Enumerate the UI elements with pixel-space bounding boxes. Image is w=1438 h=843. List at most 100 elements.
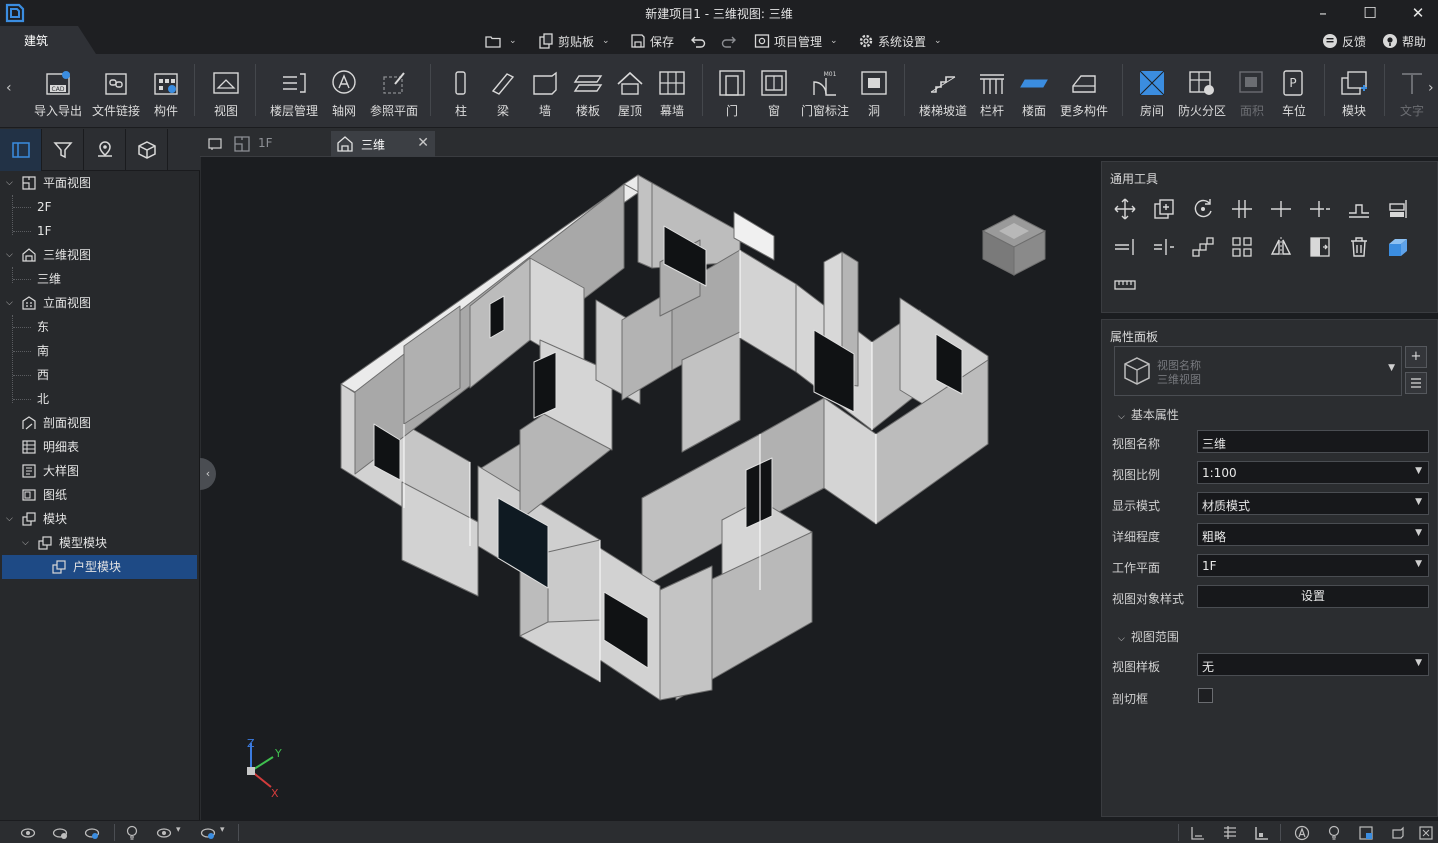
measure-tool[interactable] xyxy=(1112,272,1138,298)
view-type-selector[interactable]: 视图名称 三维视图 ▼ xyxy=(1114,346,1402,396)
tree-item-section-views[interactable]: 剖面视图 xyxy=(0,411,199,435)
annotation-icon[interactable] xyxy=(1294,825,1310,841)
tab-filter[interactable] xyxy=(42,129,84,171)
shading-icon[interactable] xyxy=(1390,825,1406,841)
offset-tool[interactable] xyxy=(1346,196,1372,222)
display-mode-select[interactable]: 材质模式 ▼ xyxy=(1197,492,1429,515)
railing-button[interactable]: 栏杆 xyxy=(976,64,1008,120)
tab-component-library[interactable] xyxy=(126,129,168,171)
parking-button[interactable]: P 车位 xyxy=(1278,64,1310,120)
reference-plane-button[interactable]: 参照平面 xyxy=(368,64,420,120)
fire-zone-button[interactable]: 防火分区 xyxy=(1176,64,1228,120)
render-icon[interactable] xyxy=(1358,825,1374,841)
tree-item-3d[interactable]: 三维 xyxy=(0,267,199,291)
split-tool[interactable] xyxy=(1268,196,1294,222)
import-export-button[interactable]: CAD 导入导出 xyxy=(32,64,84,120)
tab-3d[interactable]: 三维 ✕ xyxy=(331,131,435,157)
move-tool[interactable] xyxy=(1112,196,1138,222)
extend-tool[interactable] xyxy=(1307,196,1333,222)
chevron-down-icon[interactable]: ▾ xyxy=(176,825,181,835)
tree-item-sheet[interactable]: 图纸 xyxy=(0,483,199,507)
eye-icon[interactable] xyxy=(156,825,172,841)
curtain-wall-button[interactable]: 幕墙 xyxy=(656,64,688,120)
axis-grid-button[interactable]: 轴网 xyxy=(326,64,362,120)
floor-management-button[interactable]: 楼层管理 xyxy=(266,64,322,120)
view-cube-icon[interactable] xyxy=(979,211,1049,279)
lightbulb-icon[interactable] xyxy=(124,825,140,841)
feedback-button[interactable]: 反馈 xyxy=(1322,32,1366,50)
section-box-checkbox[interactable] xyxy=(1198,688,1213,703)
chevron-down-icon[interactable]: ▾ xyxy=(220,825,225,835)
grid-array-tool[interactable] xyxy=(1229,234,1255,260)
room-button[interactable]: 房间 xyxy=(1136,64,1168,120)
stair-ramp-button[interactable]: 楼梯坡道 xyxy=(916,64,970,120)
chevron-down-icon[interactable]: ⌵ xyxy=(22,531,29,555)
list-view-icon[interactable] xyxy=(1222,825,1238,841)
3d-viewport[interactable]: Z Y X xyxy=(201,157,1099,820)
fullscreen-icon[interactable] xyxy=(1418,825,1434,841)
file-link-button[interactable]: 文件链接 xyxy=(90,64,142,120)
isolate-icon[interactable] xyxy=(52,825,68,841)
align-edge-tool[interactable] xyxy=(1112,234,1138,260)
delete-tool[interactable] xyxy=(1346,234,1372,260)
redo-button[interactable] xyxy=(721,32,737,50)
door-button[interactable]: 门 xyxy=(716,64,748,120)
view-scale-select[interactable]: 1:100 ▼ xyxy=(1197,461,1429,484)
tree-item-west[interactable]: 西 xyxy=(0,363,199,387)
copy-tool[interactable] xyxy=(1151,196,1177,222)
project-management-menu[interactable]: 项目管理 ⌄ xyxy=(754,32,838,50)
view-template-select[interactable]: 无 ▼ xyxy=(1197,653,1429,676)
chevron-down-icon[interactable]: ⌵ xyxy=(6,507,13,531)
maximize-button[interactable]: ☐ xyxy=(1359,2,1381,24)
trim-tool[interactable] xyxy=(1229,196,1255,222)
module-button[interactable]: 模块 xyxy=(1336,64,1372,120)
wall-button[interactable]: 墙 xyxy=(530,64,560,120)
tree-item-detail[interactable]: 大样图 xyxy=(0,459,199,483)
view-button[interactable]: 视图 xyxy=(206,64,246,120)
beam-button[interactable]: 梁 xyxy=(488,64,518,120)
tree-item-model-module[interactable]: ⌵ 模型模块 xyxy=(0,531,199,555)
help-button[interactable]: 帮助 xyxy=(1382,32,1426,50)
chevron-down-icon[interactable]: ⌵ xyxy=(6,291,13,315)
rotate-tool[interactable] xyxy=(1190,196,1216,222)
opening-button[interactable]: 洞 xyxy=(858,64,890,120)
component-button[interactable]: 构件 xyxy=(148,64,184,120)
column-button[interactable]: 柱 xyxy=(446,64,476,120)
ribbon-scroll-right-icon[interactable]: › xyxy=(1428,80,1434,96)
save-button[interactable]: 保存 xyxy=(630,32,674,50)
tree-item-south[interactable]: 南 xyxy=(0,339,199,363)
tab-1f[interactable]: 1F xyxy=(228,131,330,157)
minimize-button[interactable]: – xyxy=(1312,2,1334,24)
tree-item-plan-views[interactable]: ⌵ 平面视图 xyxy=(0,171,199,195)
visibility-icon[interactable] xyxy=(20,825,36,841)
tree-item-2f[interactable]: 2F xyxy=(0,195,199,219)
detail-level-select[interactable]: 粗略 ▼ xyxy=(1197,523,1429,546)
object-style-settings-button[interactable]: 设置 xyxy=(1197,585,1429,608)
close-button[interactable]: ✕ xyxy=(1407,2,1429,24)
window-button[interactable]: 窗 xyxy=(758,64,790,120)
text-button[interactable]: 文字 xyxy=(1396,64,1428,120)
open-file-menu[interactable]: ⌄ xyxy=(485,32,517,50)
tree-item-module[interactable]: ⌵ 模块 xyxy=(0,507,199,531)
clipboard-menu[interactable]: 剪贴板 ⌄ xyxy=(538,32,610,50)
chevron-down-icon[interactable]: ⌵ xyxy=(6,171,13,195)
material-tool[interactable] xyxy=(1385,234,1411,260)
basic-properties-header[interactable]: ⌵ 基本属性 xyxy=(1118,406,1179,423)
chevron-down-icon[interactable]: ⌵ xyxy=(6,243,13,267)
align-center-tool[interactable] xyxy=(1151,234,1177,260)
area-button[interactable]: 面积 xyxy=(1236,64,1268,120)
door-window-tag-button[interactable]: M01 门窗标注 xyxy=(798,64,852,120)
dimension-icon[interactable] xyxy=(1190,825,1206,841)
tree-item-east[interactable]: 东 xyxy=(0,315,199,339)
render-mode-icon[interactable] xyxy=(200,825,216,841)
floor-finish-button[interactable]: 楼面 xyxy=(1018,64,1050,120)
undo-button[interactable] xyxy=(690,32,706,50)
hide-icon[interactable] xyxy=(84,825,100,841)
add-view-button[interactable]: + xyxy=(1405,346,1427,368)
ribbon-scroll-left-icon[interactable]: ‹ xyxy=(6,80,12,96)
tree-item-1f[interactable]: 1F xyxy=(0,219,199,243)
system-settings-menu[interactable]: 系统设置 ⌄ xyxy=(858,32,942,50)
snap-icon[interactable] xyxy=(1254,825,1270,841)
tree-item-schedule[interactable]: 明细表 xyxy=(0,435,199,459)
roof-button[interactable]: 屋顶 xyxy=(614,64,646,120)
